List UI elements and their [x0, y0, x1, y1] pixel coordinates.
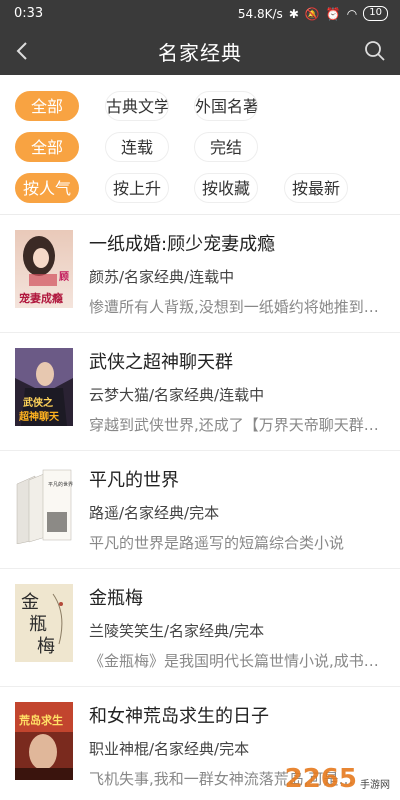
book-description: 《金瓶梅》是我国明代长篇世情小说,成书约在明朝	[89, 652, 387, 670]
filter-panel: 全部 古典文学 外国名著 全部 连载 完结 按人气 按上升 按收藏 按最新	[0, 86, 400, 209]
book-cover[interactable]: 金 瓶 梅	[15, 584, 73, 662]
book-cover[interactable]: 荒岛求生	[15, 702, 73, 780]
filter-category-classical[interactable]: 古典文学	[105, 91, 169, 121]
filter-row-category: 全部 古典文学 外国名著	[0, 86, 400, 127]
filter-status-all[interactable]: 全部	[15, 132, 79, 162]
bluetooth-icon: ✱	[288, 6, 299, 21]
battery-icon: 10	[363, 6, 388, 21]
svg-text:宠妻成瘾: 宠妻成瘾	[19, 291, 63, 305]
mute-icon: 🔕	[304, 6, 320, 21]
svg-text:荒岛求生: 荒岛求生	[18, 713, 63, 727]
svg-text:武侠之: 武侠之	[23, 396, 53, 409]
book-item[interactable]: 顾 宠妻成瘾 一纸成婚:顾少宠妻成瘾 颜苏/名家经典/连载中 惨遭所有人背叛,没…	[0, 215, 400, 333]
status-time: 0:33	[14, 6, 44, 21]
book-meta: 路遥/名家经典/完本	[89, 504, 220, 522]
nav-bar: 名家经典	[0, 28, 400, 75]
book-cover[interactable]: 顾 宠妻成瘾	[15, 230, 73, 308]
top-bar: 0:33 54.8K/s ✱ 🔕 ⏰ ◠ 10 名家经典	[0, 0, 400, 75]
filter-category-foreign[interactable]: 外国名著	[194, 91, 258, 121]
book-item[interactable]: 金 瓶 梅 金瓶梅 兰陵笑笑生/名家经典/完本 《金瓶梅》是我国明代长篇世情小说…	[0, 569, 400, 687]
book-description: 平凡的世界是路遥写的短篇综合类小说	[89, 534, 345, 552]
book-cover[interactable]: 武侠之 超神聊天	[15, 348, 73, 426]
filter-status-complete[interactable]: 完结	[194, 132, 258, 162]
alarm-icon: ⏰	[325, 6, 341, 21]
watermark-logo: 2265	[284, 764, 357, 794]
svg-text:梅: 梅	[37, 636, 55, 657]
site-watermark: 2265 手游网	[285, 764, 390, 794]
book-meta: 云梦大猫/名家经典/连载中	[89, 386, 265, 404]
filter-row-sort: 按人气 按上升 按收藏 按最新	[0, 168, 400, 209]
sort-popularity[interactable]: 按人气	[15, 173, 79, 203]
svg-text:金: 金	[21, 592, 39, 613]
status-bar: 0:33 54.8K/s ✱ 🔕 ⏰ ◠ 10	[0, 0, 400, 28]
book-title[interactable]: 一纸成婚:顾少宠妻成瘾	[89, 230, 275, 256]
book-meta: 职业神棍/名家经典/完本	[89, 740, 250, 758]
book-description: 穿越到武侠世界,还成了【万界天帝聊天群】群主	[89, 416, 387, 434]
book-title[interactable]: 平凡的世界	[89, 466, 179, 492]
network-speed: 54.8K/s	[237, 6, 283, 21]
svg-text:顾: 顾	[59, 271, 69, 283]
svg-text:瓶: 瓶	[29, 614, 47, 635]
book-title[interactable]: 武侠之超神聊天群	[89, 348, 233, 374]
book-list: 顾 宠妻成瘾 一纸成婚:顾少宠妻成瘾 颜苏/名家经典/连载中 惨遭所有人背叛,没…	[0, 215, 400, 800]
sort-rising[interactable]: 按上升	[105, 173, 169, 203]
filter-row-status: 全部 连载 完结	[0, 127, 400, 168]
search-button[interactable]	[362, 38, 388, 64]
book-meta: 兰陵笑笑生/名家经典/完本	[89, 622, 265, 640]
book-meta: 颜苏/名家经典/连载中	[89, 268, 235, 286]
svg-text:平凡的世界: 平凡的世界	[48, 481, 73, 488]
sort-favorites[interactable]: 按收藏	[194, 173, 258, 203]
book-title[interactable]: 和女神荒岛求生的日子	[89, 702, 269, 728]
book-item[interactable]: 武侠之 超神聊天 武侠之超神聊天群 云梦大猫/名家经典/连载中 穿越到武侠世界,…	[0, 333, 400, 451]
book-title[interactable]: 金瓶梅	[89, 584, 143, 610]
book-description: 惨遭所有人背叛,没想到一纸婚约将她推到了顾少身边	[89, 298, 387, 316]
svg-text:超神聊天: 超神聊天	[18, 410, 60, 423]
watermark-label: 手游网	[360, 780, 390, 791]
filter-category-all[interactable]: 全部	[15, 91, 79, 121]
page-title: 名家经典	[158, 41, 242, 65]
book-item[interactable]: 平凡的世界 平凡的世界 路遥/名家经典/完本 平凡的世界是路遥写的短篇综合类小说	[0, 451, 400, 569]
filter-status-serial[interactable]: 连载	[105, 132, 169, 162]
search-icon	[365, 41, 385, 61]
book-cover[interactable]: 平凡的世界	[15, 466, 73, 544]
sort-newest[interactable]: 按最新	[284, 173, 348, 203]
status-icons: 54.8K/s ✱ 🔕 ⏰ ◠ 10	[238, 6, 388, 21]
wifi-icon: ◠	[346, 6, 358, 21]
